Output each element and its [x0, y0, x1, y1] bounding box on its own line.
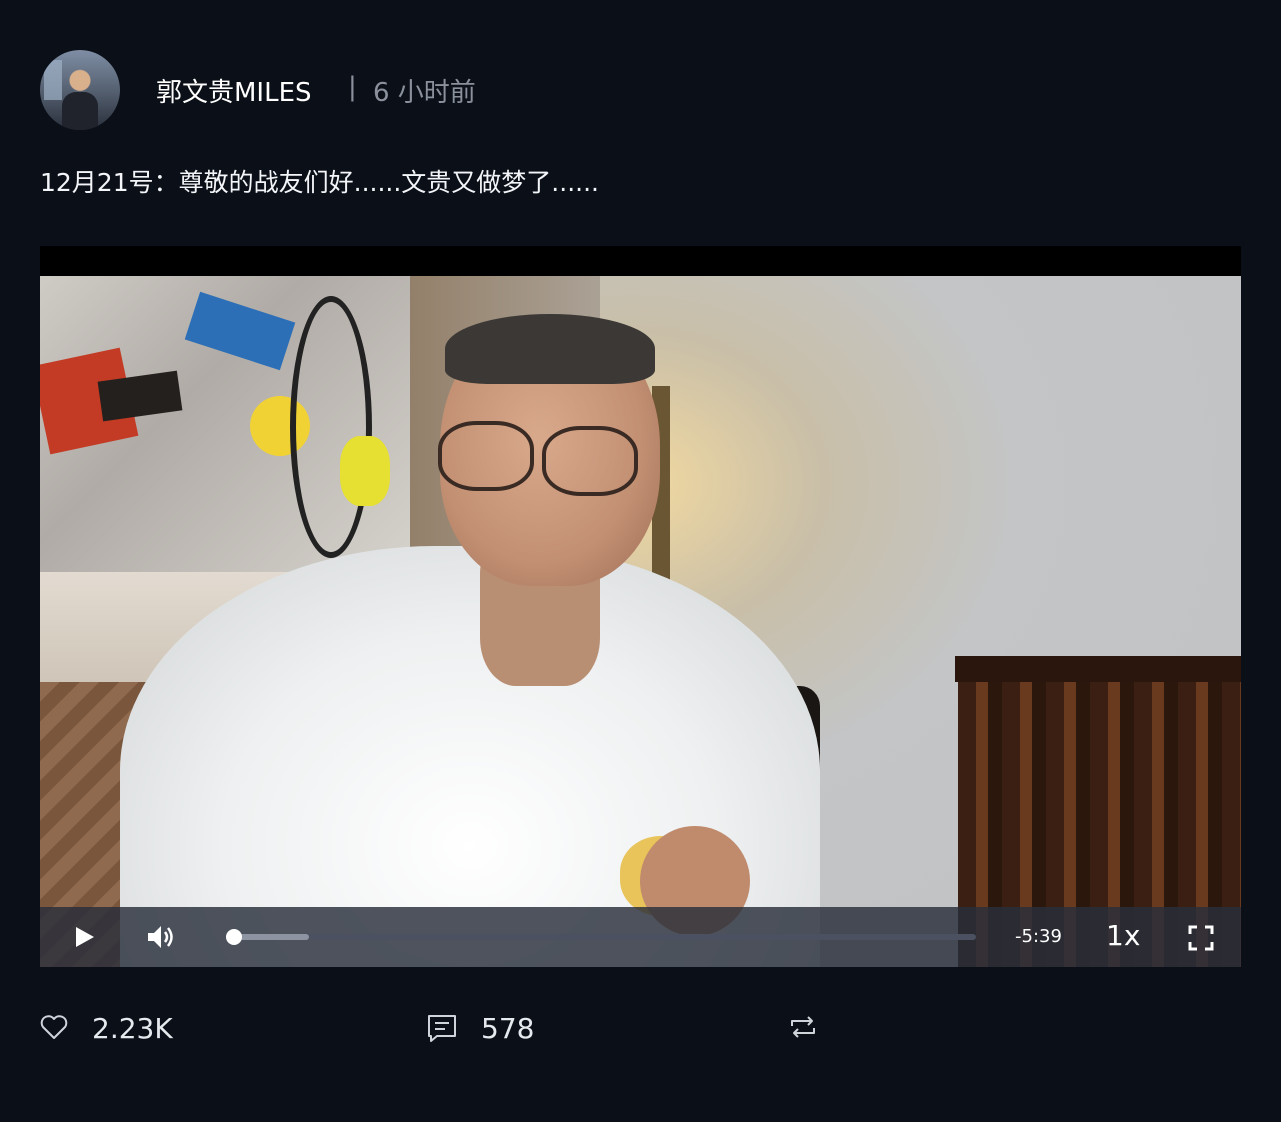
header-separator: | [348, 72, 357, 102]
post-actions: 2.23K 578 [40, 1004, 940, 1054]
frame-cabinet-top [955, 656, 1241, 682]
comment-count: 578 [481, 1012, 535, 1045]
author-avatar[interactable] [40, 50, 120, 130]
author-name[interactable]: 郭文贵MILES [156, 72, 312, 109]
playback-speed-button[interactable]: 1x [1106, 919, 1140, 952]
heart-icon[interactable] [40, 1014, 68, 1044]
frame-painting [40, 276, 410, 572]
video-frame[interactable] [40, 276, 1241, 967]
video-controls: -5:39 1x [40, 907, 1241, 967]
frame-glasses-left [438, 421, 534, 491]
avatar-window [44, 60, 62, 100]
volume-icon[interactable] [144, 921, 176, 953]
progress-bar[interactable] [225, 929, 976, 945]
frame-hair [445, 314, 655, 384]
post-time: 6 小时前 [373, 78, 476, 108]
progress-handle[interactable] [225, 929, 242, 945]
post-text: 12月21号：尊敬的战友们好......文贵又做梦了...... [40, 168, 599, 197]
play-icon[interactable] [70, 923, 98, 951]
comment-icon[interactable] [427, 1014, 457, 1046]
repost-icon[interactable] [788, 1014, 818, 1044]
time-remaining: -5:39 [1015, 926, 1062, 947]
like-count: 2.23K [92, 1012, 173, 1045]
post-header: 郭文贵MILES | 6 小时前 [40, 50, 940, 130]
avatar-figure [62, 92, 98, 130]
fullscreen-icon[interactable] [1188, 925, 1214, 951]
video-player[interactable]: -5:39 1x [40, 246, 1241, 967]
frame-glasses-right [542, 426, 638, 496]
